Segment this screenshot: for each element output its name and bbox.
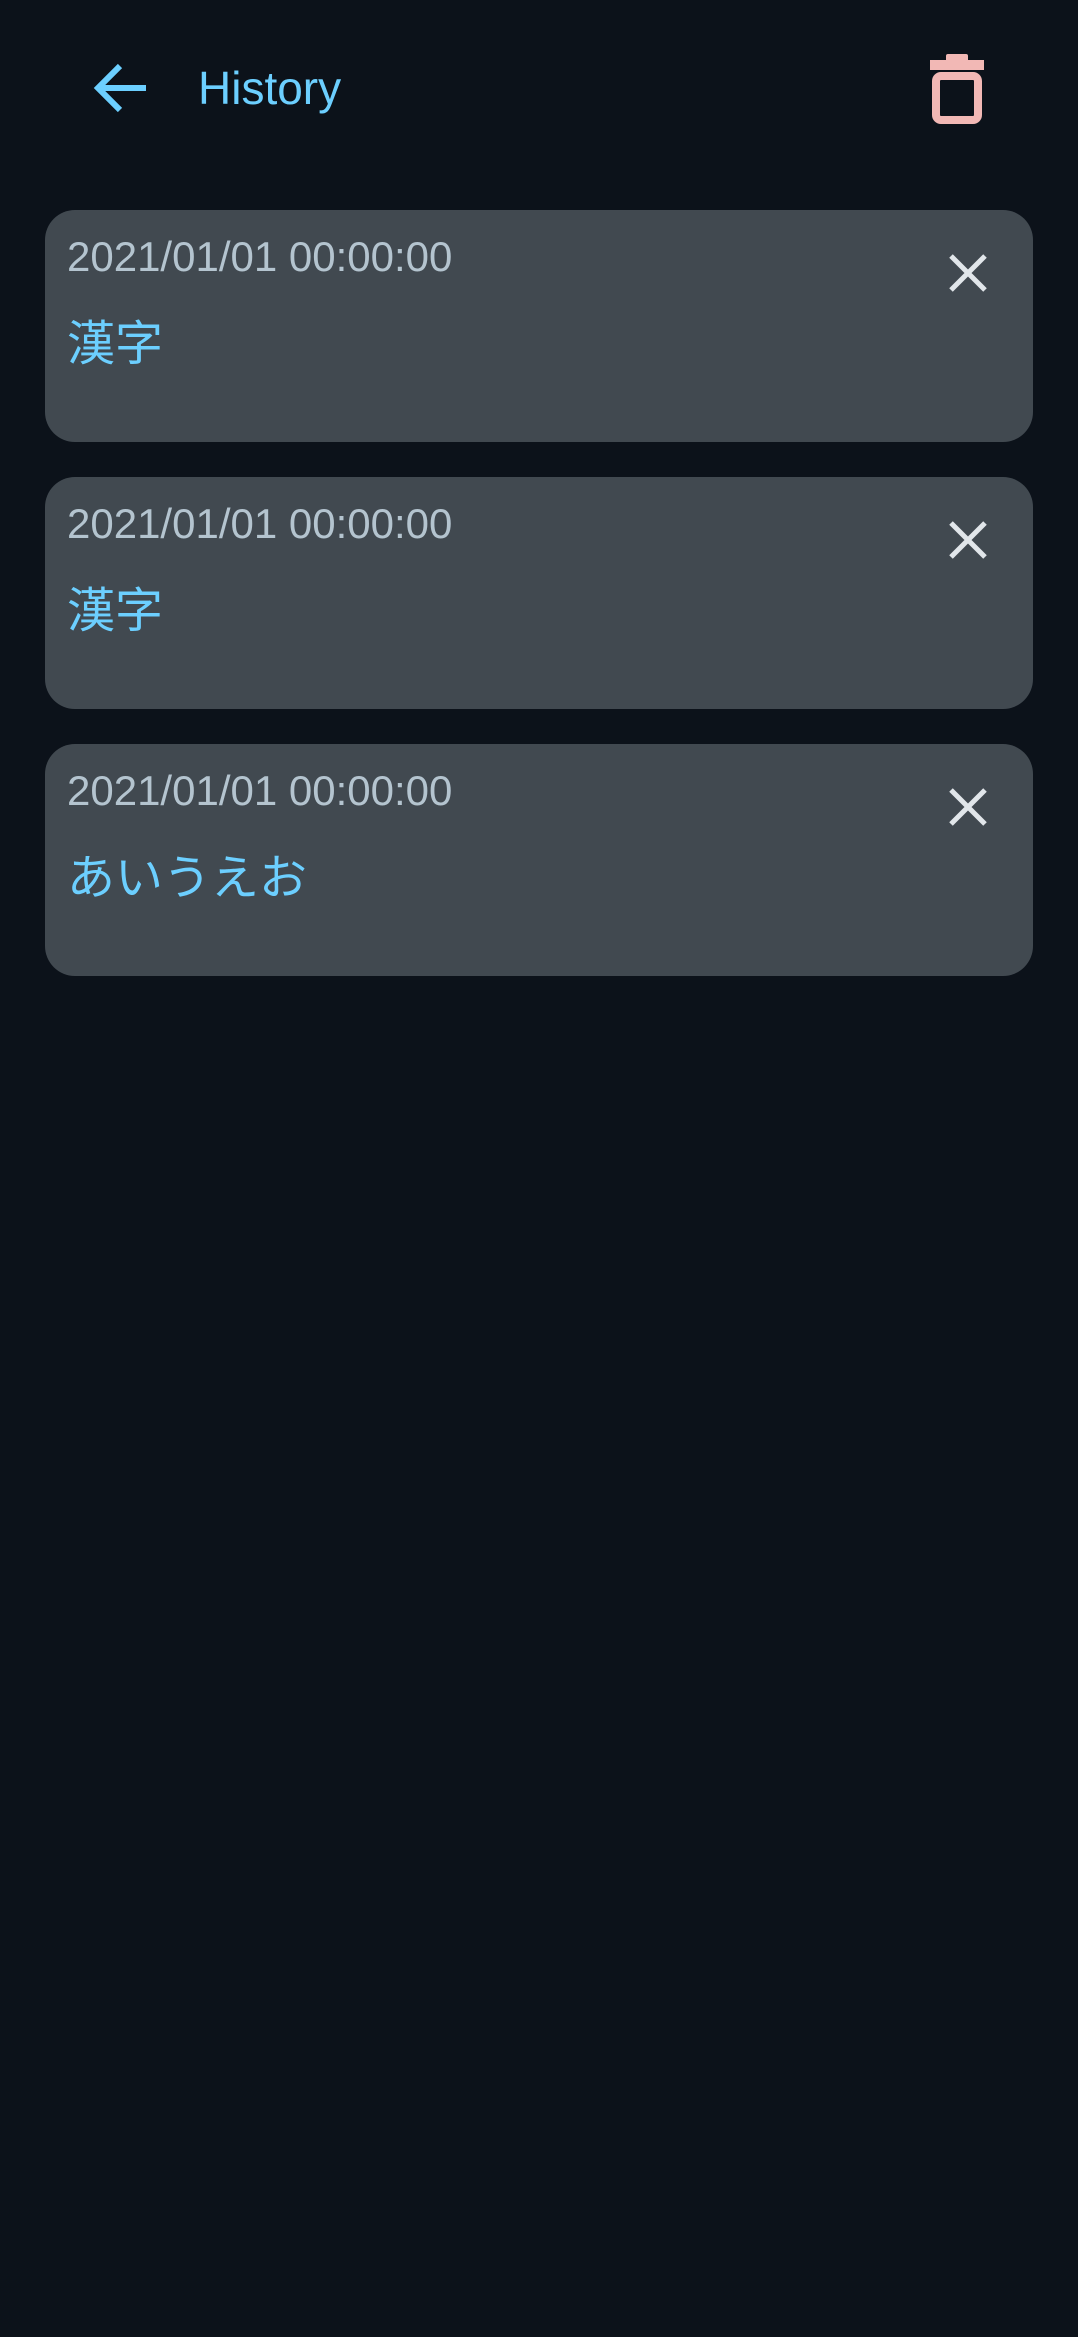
item-timestamp: 2021/01/01 00:00:00 — [67, 767, 453, 814]
trash-icon — [930, 54, 984, 124]
history-item[interactable]: 2021/01/01 00:00:00 あいうえお — [45, 744, 1033, 976]
close-icon — [949, 254, 987, 292]
item-text: あいうえお — [67, 850, 308, 906]
close-icon — [949, 521, 987, 559]
remove-item-button[interactable] — [943, 248, 993, 298]
item-timestamp: 2021/01/01 00:00:00 — [67, 500, 453, 547]
top-app-bar: History — [0, 0, 1078, 176]
history-item[interactable]: 2021/01/01 00:00:00 漢字 — [45, 477, 1033, 709]
page-title: History — [198, 62, 342, 114]
delete-all-button[interactable] — [926, 52, 990, 124]
close-icon — [949, 788, 987, 826]
item-text: 漢字 — [67, 316, 164, 372]
remove-item-button[interactable] — [943, 515, 993, 565]
history-list: 2021/01/01 00:00:00 漢字 2021/01/01 00:00:… — [45, 210, 1033, 1011]
history-item[interactable]: 2021/01/01 00:00:00 漢字 — [45, 210, 1033, 442]
item-timestamp: 2021/01/01 00:00:00 — [67, 233, 453, 280]
arrow-left-icon — [93, 63, 146, 113]
remove-item-button[interactable] — [943, 782, 993, 832]
back-button[interactable] — [90, 56, 154, 120]
item-text: 漢字 — [67, 583, 164, 639]
